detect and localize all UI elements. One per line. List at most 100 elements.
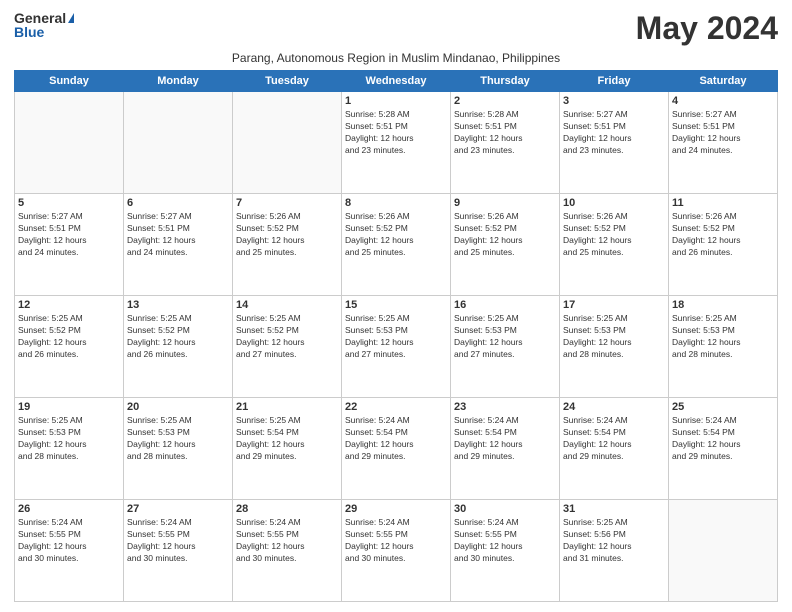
day-info: Sunrise: 5:25 AM Sunset: 5:53 PM Dayligh… — [127, 415, 229, 463]
col-thursday: Thursday — [451, 71, 560, 92]
day-info: Sunrise: 5:24 AM Sunset: 5:55 PM Dayligh… — [345, 517, 447, 565]
calendar: Sunday Monday Tuesday Wednesday Thursday… — [14, 70, 778, 602]
col-sunday: Sunday — [15, 71, 124, 92]
table-row: 7 Sunrise: 5:26 AM Sunset: 5:52 PM Daylig… — [233, 194, 342, 296]
calendar-week-4: 19 Sunrise: 5:25 AM Sunset: 5:53 PM Dayli… — [15, 398, 778, 500]
day-number: 24 — [563, 401, 665, 413]
day-info: Sunrise: 5:24 AM Sunset: 5:55 PM Dayligh… — [18, 517, 120, 565]
table-row: 19 Sunrise: 5:25 AM Sunset: 5:53 PM Dayli… — [15, 398, 124, 500]
day-info: Sunrise: 5:25 AM Sunset: 5:53 PM Dayligh… — [563, 313, 665, 361]
col-tuesday: Tuesday — [233, 71, 342, 92]
day-info: Sunrise: 5:28 AM Sunset: 5:51 PM Dayligh… — [345, 109, 447, 157]
day-number: 9 — [454, 197, 556, 209]
month-title: May 2024 — [636, 10, 778, 47]
table-row: 9 Sunrise: 5:26 AM Sunset: 5:52 PM Daylig… — [451, 194, 560, 296]
day-number: 29 — [345, 503, 447, 515]
day-info: Sunrise: 5:26 AM Sunset: 5:52 PM Dayligh… — [236, 211, 338, 259]
day-info: Sunrise: 5:26 AM Sunset: 5:52 PM Dayligh… — [454, 211, 556, 259]
table-row: 17 Sunrise: 5:25 AM Sunset: 5:53 PM Dayli… — [560, 296, 669, 398]
day-info: Sunrise: 5:24 AM Sunset: 5:54 PM Dayligh… — [454, 415, 556, 463]
table-row: 21Sunrise: 5:25 AM Sunset: 5:54 PM Dayli… — [233, 398, 342, 500]
logo-blue: Blue — [14, 24, 44, 40]
col-wednesday: Wednesday — [342, 71, 451, 92]
table-row: 23 Sunrise: 5:24 AM Sunset: 5:54 PM Dayli… — [451, 398, 560, 500]
page: General Blue May 2024 Parang, Autonomous… — [0, 0, 792, 612]
day-number: 13 — [127, 299, 229, 311]
day-number: 17 — [563, 299, 665, 311]
day-info: Sunrise: 5:25 AM Sunset: 5:52 PM Dayligh… — [127, 313, 229, 361]
table-row: 24 Sunrise: 5:24 AM Sunset: 5:54 PM Dayli… — [560, 398, 669, 500]
day-number: 7 — [236, 197, 338, 209]
day-number: 27 — [127, 503, 229, 515]
day-info: Sunrise: 5:25 AM Sunset: 5:53 PM Dayligh… — [454, 313, 556, 361]
day-number: 4 — [672, 95, 774, 107]
day-number: 31 — [563, 503, 665, 515]
day-info: Sunrise: 5:27 AM Sunset: 5:51 PM Dayligh… — [563, 109, 665, 157]
table-row — [15, 92, 124, 194]
table-row: 13 Sunrise: 5:25 AM Sunset: 5:52 PM Dayli… — [124, 296, 233, 398]
day-number: 28 — [236, 503, 338, 515]
table-row: 27 Sunrise: 5:24 AM Sunset: 5:55 PM Dayli… — [124, 500, 233, 602]
table-row: 30 Sunrise: 5:24 AM Sunset: 5:55 PM Dayli… — [451, 500, 560, 602]
day-info: Sunrise: 5:24 AM Sunset: 5:55 PM Dayligh… — [127, 517, 229, 565]
table-row: 4 Sunrise: 5:27 AM Sunset: 5:51 PM Daylig… — [669, 92, 778, 194]
day-info: Sunrise: 5:24 AM Sunset: 5:54 PM Dayligh… — [345, 415, 447, 463]
day-number: 26 — [18, 503, 120, 515]
table-row: 6 Sunrise: 5:27 AM Sunset: 5:51 PM Daylig… — [124, 194, 233, 296]
table-row: 16 Sunrise: 5:25 AM Sunset: 5:53 PM Dayli… — [451, 296, 560, 398]
day-number: 12 — [18, 299, 120, 311]
table-row: 31 Sunrise: 5:25 AM Sunset: 5:56 PM Dayli… — [560, 500, 669, 602]
table-row: 29 Sunrise: 5:24 AM Sunset: 5:55 PM Dayli… — [342, 500, 451, 602]
table-row — [233, 92, 342, 194]
day-number: 8 — [345, 197, 447, 209]
table-row: 26 Sunrise: 5:24 AM Sunset: 5:55 PM Dayli… — [15, 500, 124, 602]
day-info: Sunrise: 5:24 AM Sunset: 5:54 PM Dayligh… — [563, 415, 665, 463]
day-number: 20 — [127, 401, 229, 413]
day-number: 5 — [18, 197, 120, 209]
table-row: 8 Sunrise: 5:26 AM Sunset: 5:52 PM Daylig… — [342, 194, 451, 296]
header-row: Sunday Monday Tuesday Wednesday Thursday… — [15, 71, 778, 92]
day-info: Sunrise: 5:24 AM Sunset: 5:55 PM Dayligh… — [236, 517, 338, 565]
day-number: 14 — [236, 299, 338, 311]
table-row: 3 Sunrise: 5:27 AM Sunset: 5:51 PM Daylig… — [560, 92, 669, 194]
table-row: 11 Sunrise: 5:26 AM Sunset: 5:52 PM Dayli… — [669, 194, 778, 296]
table-row — [669, 500, 778, 602]
day-number: 15 — [345, 299, 447, 311]
day-info: Sunrise: 5:25 AM Sunset: 5:52 PM Dayligh… — [18, 313, 120, 361]
day-info: Sunrise: 5:26 AM Sunset: 5:52 PM Dayligh… — [672, 211, 774, 259]
day-number: 3 — [563, 95, 665, 107]
table-row: 1 Sunrise: 5:28 AM Sunset: 5:51 PM Daylig… — [342, 92, 451, 194]
day-number: 25 — [672, 401, 774, 413]
day-number: 6 — [127, 197, 229, 209]
table-row: 12 Sunrise: 5:25 AM Sunset: 5:52 PM Dayli… — [15, 296, 124, 398]
day-info: Sunrise: 5:25 AM Sunset: 5:53 PM Dayligh… — [345, 313, 447, 361]
col-saturday: Saturday — [669, 71, 778, 92]
day-info: Sunrise: 5:27 AM Sunset: 5:51 PM Dayligh… — [672, 109, 774, 157]
table-row: 20 Sunrise: 5:25 AM Sunset: 5:53 PM Dayli… — [124, 398, 233, 500]
table-row: 14 Sunrise: 5:25 AM Sunset: 5:52 PM Dayli… — [233, 296, 342, 398]
day-info: Sunrise: 5:26 AM Sunset: 5:52 PM Dayligh… — [345, 211, 447, 259]
col-monday: Monday — [124, 71, 233, 92]
day-info: Sunrise: 5:28 AM Sunset: 5:51 PM Dayligh… — [454, 109, 556, 157]
day-info: Sunrise: 5:24 AM Sunset: 5:54 PM Dayligh… — [672, 415, 774, 463]
day-info: Sunrise: 5:25 AM Sunset: 5:56 PM Dayligh… — [563, 517, 665, 565]
day-info: Sunrise: 5:27 AM Sunset: 5:51 PM Dayligh… — [127, 211, 229, 259]
day-number: 19 — [18, 401, 120, 413]
day-info: Sunrise: 5:26 AM Sunset: 5:52 PM Dayligh… — [563, 211, 665, 259]
day-info: Sunrise: 5:25 AM Sunset: 5:53 PM Dayligh… — [18, 415, 120, 463]
table-row — [124, 92, 233, 194]
day-number: 23 — [454, 401, 556, 413]
day-number: 22 — [345, 401, 447, 413]
table-row: 18Sunrise: 5:25 AM Sunset: 5:53 PM Dayli… — [669, 296, 778, 398]
day-number: 11 — [672, 197, 774, 209]
calendar-week-3: 12 Sunrise: 5:25 AM Sunset: 5:52 PM Dayli… — [15, 296, 778, 398]
day-info: Sunrise: 5:24 AM Sunset: 5:55 PM Dayligh… — [454, 517, 556, 565]
table-row: 22 Sunrise: 5:24 AM Sunset: 5:54 PM Dayli… — [342, 398, 451, 500]
subtitle: Parang, Autonomous Region in Muslim Mind… — [14, 51, 778, 65]
day-number: 1 — [345, 95, 447, 107]
day-number: 30 — [454, 503, 556, 515]
col-friday: Friday — [560, 71, 669, 92]
day-number: 16 — [454, 299, 556, 311]
day-info: Sunrise: 5:27 AM Sunset: 5:51 PM Dayligh… — [18, 211, 120, 259]
day-info: Sunrise: 5:25 AM Sunset: 5:52 PM Dayligh… — [236, 313, 338, 361]
